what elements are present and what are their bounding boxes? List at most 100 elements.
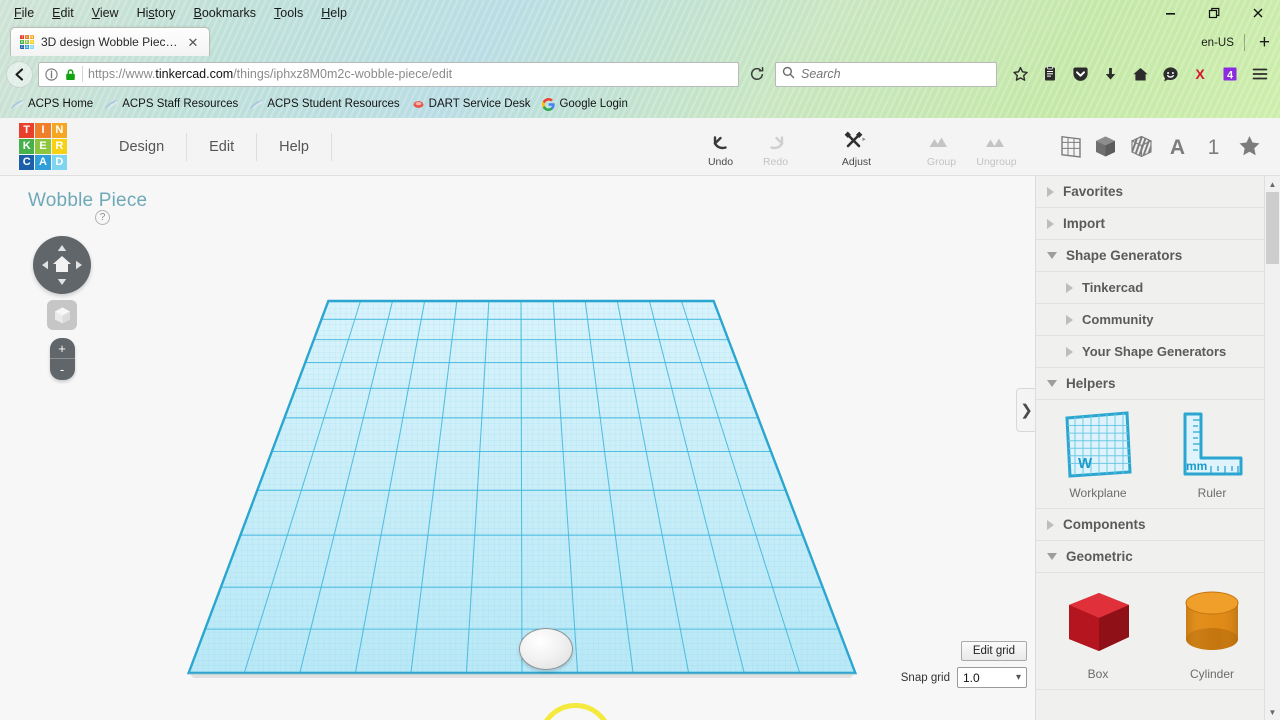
menu-tools[interactable]: Tools bbox=[266, 3, 311, 23]
shape-cylinder[interactable]: Cylinder bbox=[1160, 583, 1264, 681]
svg-text:X: X bbox=[1195, 66, 1205, 82]
bookmarks-bar: ACPS Home ACPS Staff Resources ACPS Stud… bbox=[0, 92, 1280, 116]
sync-smiley-icon[interactable] bbox=[1156, 60, 1184, 88]
menu-file[interactable]: FFileile bbox=[6, 3, 42, 23]
hole-box-icon[interactable] bbox=[1124, 130, 1158, 164]
restore-button[interactable] bbox=[1192, 0, 1236, 26]
bookmark-acps-student-resources[interactable]: ACPS Student Resources bbox=[245, 96, 404, 113]
panel-section-components[interactable]: Components bbox=[1036, 509, 1264, 541]
menu-edit[interactable]: Edit bbox=[44, 3, 82, 23]
edit-grid-button[interactable]: Edit grid bbox=[960, 641, 1027, 661]
search-icon bbox=[782, 66, 795, 82]
menu-history[interactable]: History bbox=[129, 3, 184, 23]
ungroup-button[interactable]: Ungroup bbox=[969, 118, 1024, 168]
panel-section-helpers[interactable]: Helpers bbox=[1036, 368, 1264, 400]
chevron-down-icon bbox=[1047, 553, 1057, 560]
browser-menubar: FFileile Edit View History Bookmarks Too… bbox=[0, 0, 1280, 26]
minimize-button[interactable] bbox=[1148, 0, 1192, 26]
menu-design[interactable]: Design bbox=[97, 132, 188, 161]
search-bar[interactable] bbox=[775, 61, 997, 87]
favorites-star-icon[interactable] bbox=[1232, 130, 1266, 164]
browser-tab[interactable]: TIN KER CAD 3D design Wobble Piece | ...… bbox=[10, 27, 210, 56]
group-button[interactable]: Group bbox=[914, 118, 969, 168]
ungroup-label: Ungroup bbox=[976, 155, 1017, 168]
page-info-icon[interactable] bbox=[44, 67, 59, 82]
logo-tile-i: I bbox=[35, 122, 51, 138]
toolbar-divider bbox=[1243, 34, 1245, 51]
undo-button[interactable]: Undo bbox=[693, 118, 748, 168]
tab-close-icon[interactable]: ✕ bbox=[185, 34, 201, 50]
browser-chrome: FFileile Edit View History Bookmarks Too… bbox=[0, 0, 1280, 118]
panel-section-tinkercad[interactable]: Tinkercad bbox=[1036, 272, 1264, 304]
help-question-icon[interactable]: ? bbox=[95, 210, 110, 225]
menu-help[interactable]: Help bbox=[313, 3, 355, 23]
panel-section-geometric[interactable]: Geometric bbox=[1036, 541, 1264, 573]
url-bar[interactable]: https://www.tinkercad.com/things/iphxz8M… bbox=[38, 61, 739, 87]
scrollbar-thumb[interactable] bbox=[1266, 192, 1279, 264]
text-a-icon[interactable]: A bbox=[1160, 130, 1194, 164]
pocket-icon[interactable] bbox=[1066, 60, 1094, 88]
scroll-up-icon[interactable]: ▲ bbox=[1265, 176, 1280, 192]
bookmark-dart-service-desk[interactable]: DART Service Desk bbox=[407, 96, 536, 113]
shape-label: Box bbox=[1087, 667, 1109, 681]
panel-section-your-shape-generators[interactable]: Your Shape Generators bbox=[1036, 336, 1264, 368]
panel-section-shape-generators[interactable]: Shape Generators bbox=[1036, 240, 1264, 272]
x-addon-icon[interactable]: X bbox=[1186, 60, 1214, 88]
helper-workplane[interactable]: W Workplane bbox=[1046, 410, 1150, 500]
scroll-down-icon[interactable]: ▼ bbox=[1265, 704, 1280, 720]
menu-bookmarks[interactable]: Bookmarks bbox=[186, 3, 265, 23]
purple-addon-icon[interactable]: 4 bbox=[1216, 60, 1244, 88]
tinkercad-logo[interactable]: T I N K E R C A D bbox=[19, 122, 67, 171]
page-title[interactable]: Wobble Piece bbox=[28, 190, 147, 212]
helper-ruler[interactable]: mm Ruler bbox=[1160, 410, 1264, 500]
design-canvas[interactable]: Workplane Wobble Piece ? bbox=[0, 176, 1036, 720]
bookmark-page-icon bbox=[105, 98, 118, 111]
panel-scroll-area: Favorites Import Shape Generators Tinker… bbox=[1036, 176, 1280, 720]
bookmark-acps-home[interactable]: ACPS Home bbox=[6, 96, 98, 113]
nav-left-arrow bbox=[42, 260, 48, 270]
back-arrow-icon[interactable] bbox=[6, 60, 33, 88]
panel-scrollbar[interactable]: ▲ ▼ bbox=[1264, 176, 1280, 720]
new-tab-button[interactable]: + bbox=[1255, 33, 1274, 52]
bookmark-red-icon bbox=[412, 98, 425, 111]
nav-right-arrow bbox=[76, 260, 82, 270]
close-button[interactable] bbox=[1236, 0, 1280, 26]
section-label: Your Shape Generators bbox=[1082, 344, 1227, 359]
cylinder-shape-object[interactable] bbox=[519, 628, 573, 670]
home-view-icon bbox=[53, 256, 71, 272]
panel-section-import[interactable]: Import bbox=[1036, 208, 1264, 240]
menu-help[interactable]: Help bbox=[257, 132, 332, 161]
logo-tile-e: E bbox=[35, 138, 51, 155]
zoom-in-button[interactable]: + bbox=[49, 338, 75, 359]
tinkercad-favicon: TIN KER CAD bbox=[20, 35, 34, 49]
svg-text:1: 1 bbox=[1207, 136, 1219, 159]
svg-text:W: W bbox=[1078, 455, 1093, 472]
bookmark-acps-staff-resources[interactable]: ACPS Staff Resources bbox=[100, 96, 243, 113]
downloads-icon[interactable] bbox=[1096, 60, 1124, 88]
reload-icon[interactable] bbox=[744, 62, 770, 87]
number-1-icon[interactable]: 1 bbox=[1196, 130, 1230, 164]
search-input[interactable] bbox=[801, 67, 990, 81]
panel-collapse-button[interactable]: ❯ bbox=[1016, 388, 1035, 432]
fit-view-cube-icon[interactable] bbox=[47, 300, 77, 330]
bookmark-star-icon[interactable] bbox=[1006, 60, 1034, 88]
adjust-button[interactable]: Adjust bbox=[829, 118, 884, 168]
snap-grid-select[interactable]: 1.0 ▾ bbox=[957, 667, 1027, 688]
redo-button[interactable]: Redo bbox=[748, 118, 803, 168]
orbit-disc[interactable] bbox=[33, 236, 91, 294]
workplane-grid-icon[interactable] bbox=[1052, 130, 1086, 164]
shape-box[interactable]: Box bbox=[1046, 583, 1150, 681]
chevron-right-icon bbox=[1047, 186, 1054, 197]
reading-list-icon[interactable] bbox=[1036, 60, 1064, 88]
panel-section-community[interactable]: Community bbox=[1036, 304, 1264, 336]
panel-section-favorites[interactable]: Favorites bbox=[1036, 176, 1264, 208]
menu-edit[interactable]: Edit bbox=[187, 132, 258, 161]
home-icon[interactable] bbox=[1126, 60, 1154, 88]
zoom-out-button[interactable]: - bbox=[50, 359, 75, 380]
section-label: Helpers bbox=[1066, 376, 1116, 391]
hamburger-menu-icon[interactable] bbox=[1246, 60, 1274, 88]
menu-view[interactable]: View bbox=[84, 3, 127, 23]
logo-tile-d: D bbox=[51, 155, 67, 171]
solid-box-icon[interactable] bbox=[1088, 130, 1122, 164]
bookmark-google-login[interactable]: Google Login bbox=[537, 96, 632, 113]
